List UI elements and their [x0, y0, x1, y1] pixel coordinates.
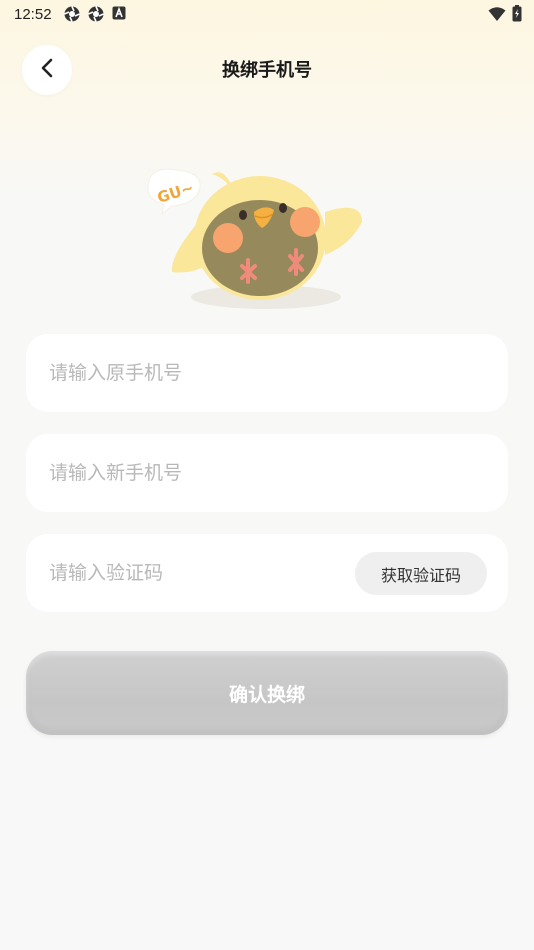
wifi-icon: [488, 6, 506, 26]
status-time: 12:52: [14, 5, 52, 23]
aperture-icon: [63, 6, 80, 22]
old-phone-field[interactable]: [26, 334, 508, 412]
verification-code-field[interactable]: 获取验证码: [26, 534, 508, 612]
chick-mascot-illustration: GU~: [147, 168, 362, 309]
a-notification-icon: [112, 6, 128, 22]
battery-charging-icon: [512, 5, 522, 26]
page-title: 换绑手机号: [222, 60, 312, 81]
old-phone-input[interactable]: [49, 362, 508, 384]
status-bar: 12:52: [0, 0, 534, 28]
get-code-button[interactable]: 获取验证码: [355, 552, 487, 595]
verification-code-input[interactable]: [49, 562, 339, 584]
confirm-rebind-button[interactable]: 确认换绑: [26, 651, 508, 735]
new-phone-field[interactable]: [26, 434, 508, 512]
status-right-icons: [488, 5, 522, 26]
new-phone-input[interactable]: [49, 462, 508, 484]
aperture-icon: [87, 6, 104, 22]
